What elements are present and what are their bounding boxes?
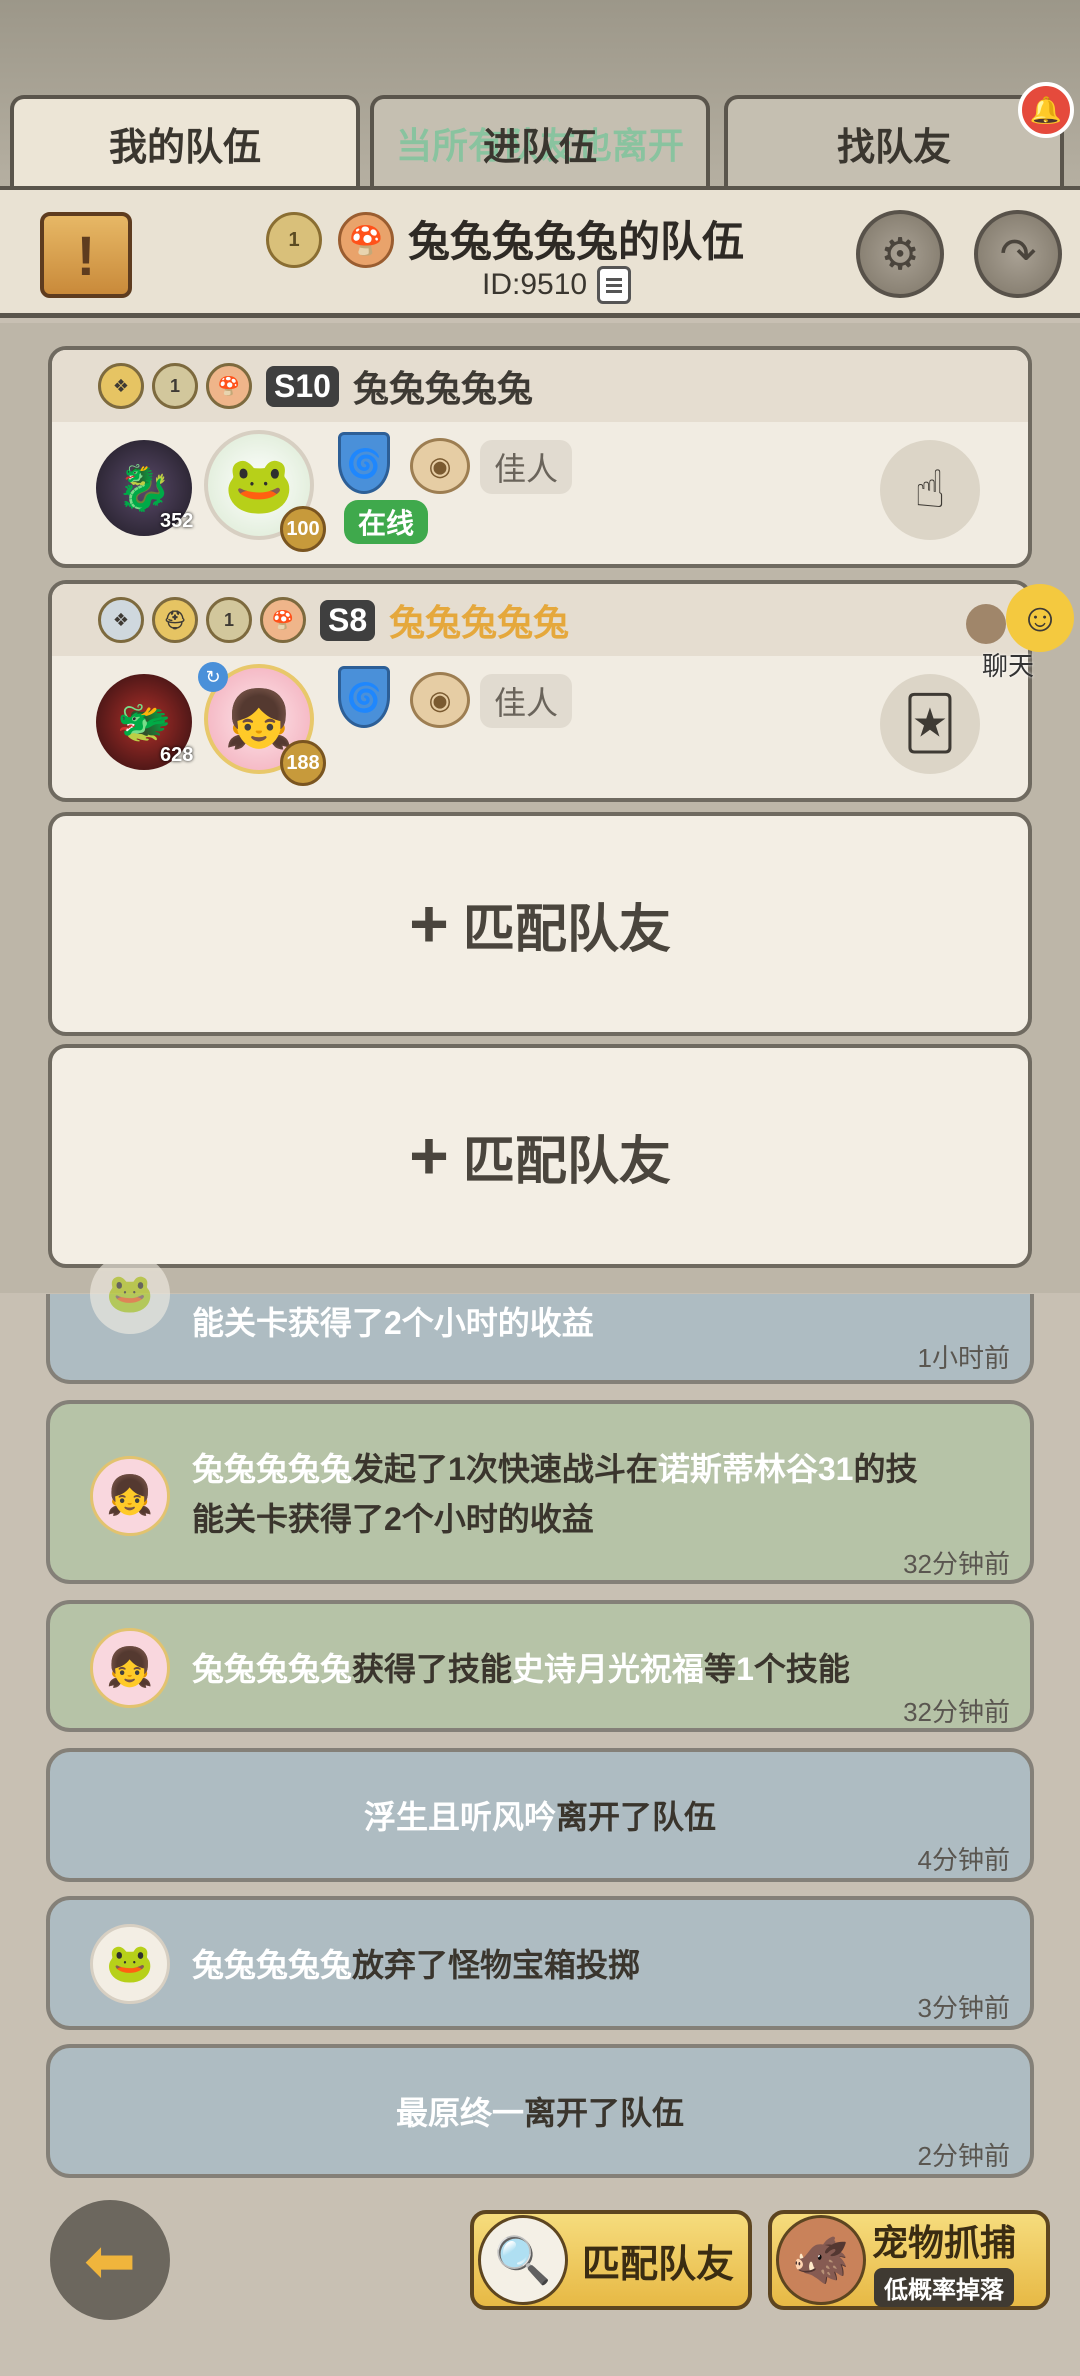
- match-teammate-button[interactable]: 🔍 匹配队友: [470, 2210, 752, 2310]
- log-time: 1小时前: [917, 1343, 1010, 1373]
- mushroom-badge-icon: 🍄: [206, 363, 252, 409]
- log-item: 🐸 兔兔兔兔兔放弃了怪物宝箱投掷 3分钟前: [46, 1896, 1034, 2030]
- magnifier-character-icon: 🔍: [478, 2215, 568, 2305]
- member-card[interactable]: ❖ ⛑ 1 🍄 S8 兔兔兔兔兔 🐲 628 👧 ↻ 188 🌀 ◉ 佳人 🃏: [48, 580, 1032, 802]
- frog-avatar-icon: 🐸: [90, 1924, 170, 2004]
- cookie-badge-icon: ◉: [410, 438, 470, 494]
- tab-my-team[interactable]: 我的队伍: [10, 95, 360, 187]
- hero-avatar-icon: 👧: [90, 1628, 170, 1708]
- team-header: ! 1 🍄 兔兔兔兔兔的队伍 ID:9510 ⚙ ↷: [0, 186, 1080, 318]
- notice-scroll-icon[interactable]: !: [40, 212, 132, 298]
- exit-team-icon[interactable]: ↷: [974, 210, 1062, 298]
- team-id: ID:9510: [482, 266, 632, 304]
- log-time: 32分钟前: [903, 1697, 1010, 1727]
- log-item: 👧 兔兔兔兔兔获得了技能史诗月光祝福等1个技能 32分钟前: [46, 1600, 1034, 1732]
- log-time: 4分钟前: [917, 1845, 1010, 1875]
- season-badge: S10: [266, 365, 339, 407]
- boar-pet-icon: 🐗: [776, 2215, 866, 2305]
- match-teammate-slot[interactable]: + 匹配队友: [48, 812, 1032, 1036]
- member-card-header: ❖ ⛑ 1 🍄 S8 兔兔兔兔兔: [52, 584, 1028, 656]
- online-status: 在线: [344, 500, 429, 544]
- log-item: 浮生且听风吟离开了队伍 4分钟前: [46, 1748, 1034, 1882]
- helmet-badge-icon: ⛑: [152, 597, 198, 643]
- pointing-hand-star-icon[interactable]: ☝: [880, 440, 980, 540]
- shield-badge-icon: ❖: [98, 363, 144, 409]
- frog-avatar-icon: 🐸: [90, 1254, 170, 1334]
- mushroom-badge-icon: 🍄: [338, 212, 394, 268]
- hero-avatar-icon: 👧: [90, 1456, 170, 1536]
- member-name: 兔兔兔兔兔: [389, 602, 570, 643]
- plus-icon: +: [409, 886, 449, 962]
- member-card-header: ❖ 1 🍄 S10 兔兔兔兔兔: [52, 350, 1028, 422]
- title-tag: 佳人: [480, 674, 573, 728]
- notification-bell-icon[interactable]: 🔔: [1018, 82, 1074, 138]
- team-title: 兔兔兔兔兔的队伍: [408, 218, 745, 265]
- log-item: 最原终一离开了队伍 2分钟前: [46, 2044, 1034, 2178]
- title-tag: 佳人: [480, 440, 573, 494]
- chat-button[interactable]: ☺ 聊天: [966, 584, 1076, 681]
- member-name: 兔兔兔兔兔: [352, 368, 533, 409]
- mushroom-badge-icon: 🍄: [260, 597, 306, 643]
- back-arrow-icon[interactable]: ⬅: [50, 2200, 170, 2320]
- log-time: 32分钟前: [903, 1549, 1010, 1579]
- rank-badge-icon: 1: [152, 363, 198, 409]
- log-time: 3分钟前: [917, 1993, 1010, 2023]
- rank-badge-icon: 1: [206, 597, 252, 643]
- hand-card-star-icon[interactable]: 🃏: [880, 674, 980, 774]
- shield-badge-icon: ❖: [98, 597, 144, 643]
- copy-icon[interactable]: [597, 266, 632, 304]
- chat-label: 聊天: [982, 651, 1035, 681]
- chat-bubble-icon: [966, 604, 1006, 644]
- tab-join-team[interactable]: 当所有队友也离开 进队伍: [370, 95, 710, 187]
- gear-icon[interactable]: ⚙: [856, 210, 944, 298]
- log-item: 🐸 能关卡获得了2个小时的收益 1小时前: [46, 1254, 1034, 1384]
- match-teammate-slot[interactable]: + 匹配队友: [48, 1044, 1032, 1268]
- blue-banner-icon: 🌀: [338, 666, 390, 728]
- season-badge: S8: [320, 599, 376, 641]
- blue-banner-icon: 🌀: [338, 432, 390, 494]
- log-time: 2分钟前: [917, 2141, 1010, 2171]
- log-item: 👧 兔兔兔兔兔发起了1次快速战斗在诺斯蒂林谷31的技 能关卡获得了2个小时的收益…: [46, 1400, 1034, 1584]
- cookie-badge-icon: ◉: [410, 672, 470, 728]
- hero-level-badge: 100: [280, 506, 326, 552]
- hero-level-badge: 188: [280, 740, 326, 786]
- plus-icon: +: [409, 1118, 449, 1194]
- pet-level: 352: [160, 510, 194, 532]
- member-card[interactable]: ❖ 1 🍄 S10 兔兔兔兔兔 🐉 352 🐸 100 🌀 ◉ 佳人 在线 ☝: [48, 346, 1032, 568]
- tab-find-teammate[interactable]: 找队友: [724, 95, 1064, 187]
- pet-level: 628: [160, 744, 194, 766]
- drop-rate-note: 低概率掉落: [874, 2267, 1014, 2307]
- rank-badge-icon: 1: [266, 212, 322, 268]
- pet-capture-button[interactable]: 🐗 宠物抓捕 低概率掉落: [768, 2210, 1050, 2310]
- refresh-icon: ↻: [198, 662, 228, 692]
- smiley-face-icon: ☺: [1006, 584, 1074, 652]
